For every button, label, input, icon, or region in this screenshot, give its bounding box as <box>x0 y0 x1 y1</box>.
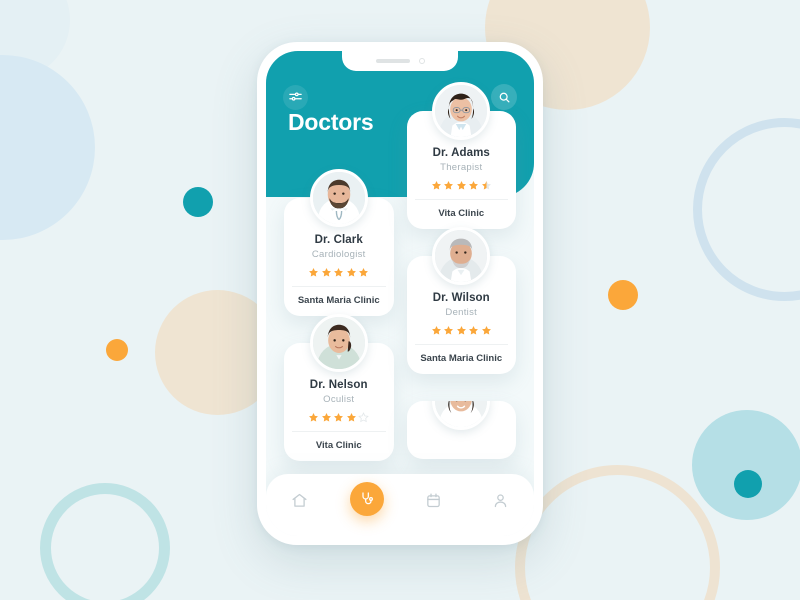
star-icon <box>444 181 454 190</box>
nav-calendar-button[interactable] <box>417 486 451 514</box>
decor-ring-top-right <box>693 118 800 301</box>
page-title: Doctors <box>288 109 374 135</box>
earpiece-speaker-icon <box>375 59 410 63</box>
decor-ring-beige-bottom <box>515 465 720 600</box>
search-icon[interactable] <box>491 84 517 110</box>
doctor-list: Dr. Clark Cardiologist Santa Maria Clini… <box>266 82 534 536</box>
rating-stars <box>415 325 509 336</box>
clinic-name: Santa Maria Clinic <box>297 295 380 306</box>
clinic-name: Vita Clinic <box>315 440 362 451</box>
rating-stars <box>415 180 509 191</box>
doctor-card[interactable]: Dr. Clark Cardiologist Santa Maria Clini… <box>284 169 394 316</box>
avatar <box>309 169 368 227</box>
doctor-column-left: Dr. Clark Cardiologist Santa Maria Clini… <box>284 111 394 536</box>
star-icon <box>334 268 344 277</box>
star-icon <box>456 326 466 335</box>
decor-dot-teal-left <box>183 187 213 217</box>
decor-dot-orange-right <box>608 280 638 310</box>
nav-profile-button[interactable] <box>484 486 518 514</box>
phone-screen: Doctors Dr. Clark Cardiologist Santa Mar… <box>266 51 534 536</box>
star-icon <box>309 268 319 277</box>
star-icon <box>346 268 356 277</box>
decor-circle-bottom-right <box>692 410 800 520</box>
doctor-name: Dr. Adams <box>432 147 490 159</box>
star-icon <box>431 326 441 335</box>
rating-stars <box>292 267 386 278</box>
doctor-column-right: Dr. Adams Therapist Vita Clinic Dr. Wils… <box>406 82 516 536</box>
star-icon <box>481 181 491 190</box>
rating-stars <box>292 412 386 423</box>
doctor-specialty: Oculist <box>323 394 355 405</box>
avatar <box>432 401 491 430</box>
doctor-card-partial[interactable] <box>406 401 516 459</box>
clinic-row: Vita Clinic <box>292 431 386 461</box>
doctor-card[interactable]: Dr. Nelson Oculist Vita Clinic <box>284 314 394 461</box>
star-icon <box>469 326 479 335</box>
device-notch <box>342 51 458 71</box>
front-camera-icon <box>418 58 425 64</box>
decor-dot-teal-bottom-right <box>734 470 762 498</box>
doctor-name: Dr. Clark <box>314 234 363 246</box>
doctor-specialty: Dentist <box>445 307 478 318</box>
phone-mockup: Doctors Dr. Clark Cardiologist Santa Mar… <box>257 42 543 545</box>
bottom-navigation <box>266 474 534 536</box>
doctor-specialty: Therapist <box>440 162 483 173</box>
star-icon <box>481 326 491 335</box>
doctor-name: Dr. Nelson <box>309 379 368 391</box>
clinic-row: Vita Clinic <box>414 199 508 229</box>
nav-home-button[interactable] <box>283 486 317 514</box>
star-icon <box>456 181 466 190</box>
filter-sliders-icon[interactable] <box>283 84 308 110</box>
star-icon <box>346 413 356 422</box>
nav-doctors-button[interactable] <box>349 482 384 516</box>
clinic-name: Vita Clinic <box>438 208 485 219</box>
star-icon <box>321 268 331 277</box>
decor-circle-large-left <box>0 55 95 240</box>
star-icon <box>321 413 331 422</box>
star-icon <box>359 268 369 277</box>
screenshot-canvas: Doctors Dr. Clark Cardiologist Santa Mar… <box>0 0 800 600</box>
avatar <box>309 314 368 372</box>
star-icon <box>444 326 454 335</box>
doctor-specialty: Cardiologist <box>311 249 366 260</box>
doctor-card[interactable]: Dr. Adams Therapist Vita Clinic <box>406 82 516 229</box>
star-icon <box>334 413 344 422</box>
clinic-row: Santa Maria Clinic <box>292 286 386 316</box>
decor-dot-orange-left <box>106 339 128 361</box>
doctor-name: Dr. Wilson <box>432 292 490 304</box>
avatar <box>432 227 491 285</box>
app-header <box>266 82 534 112</box>
star-icon <box>431 181 441 190</box>
star-icon <box>358 412 370 423</box>
clinic-row: Santa Maria Clinic <box>414 344 508 374</box>
doctor-card[interactable]: Dr. Wilson Dentist Santa Maria Clinic <box>406 227 516 374</box>
decor-ring-bottom-left <box>40 483 170 600</box>
clinic-name: Santa Maria Clinic <box>420 353 503 364</box>
star-icon <box>469 181 479 190</box>
star-icon <box>309 413 319 422</box>
